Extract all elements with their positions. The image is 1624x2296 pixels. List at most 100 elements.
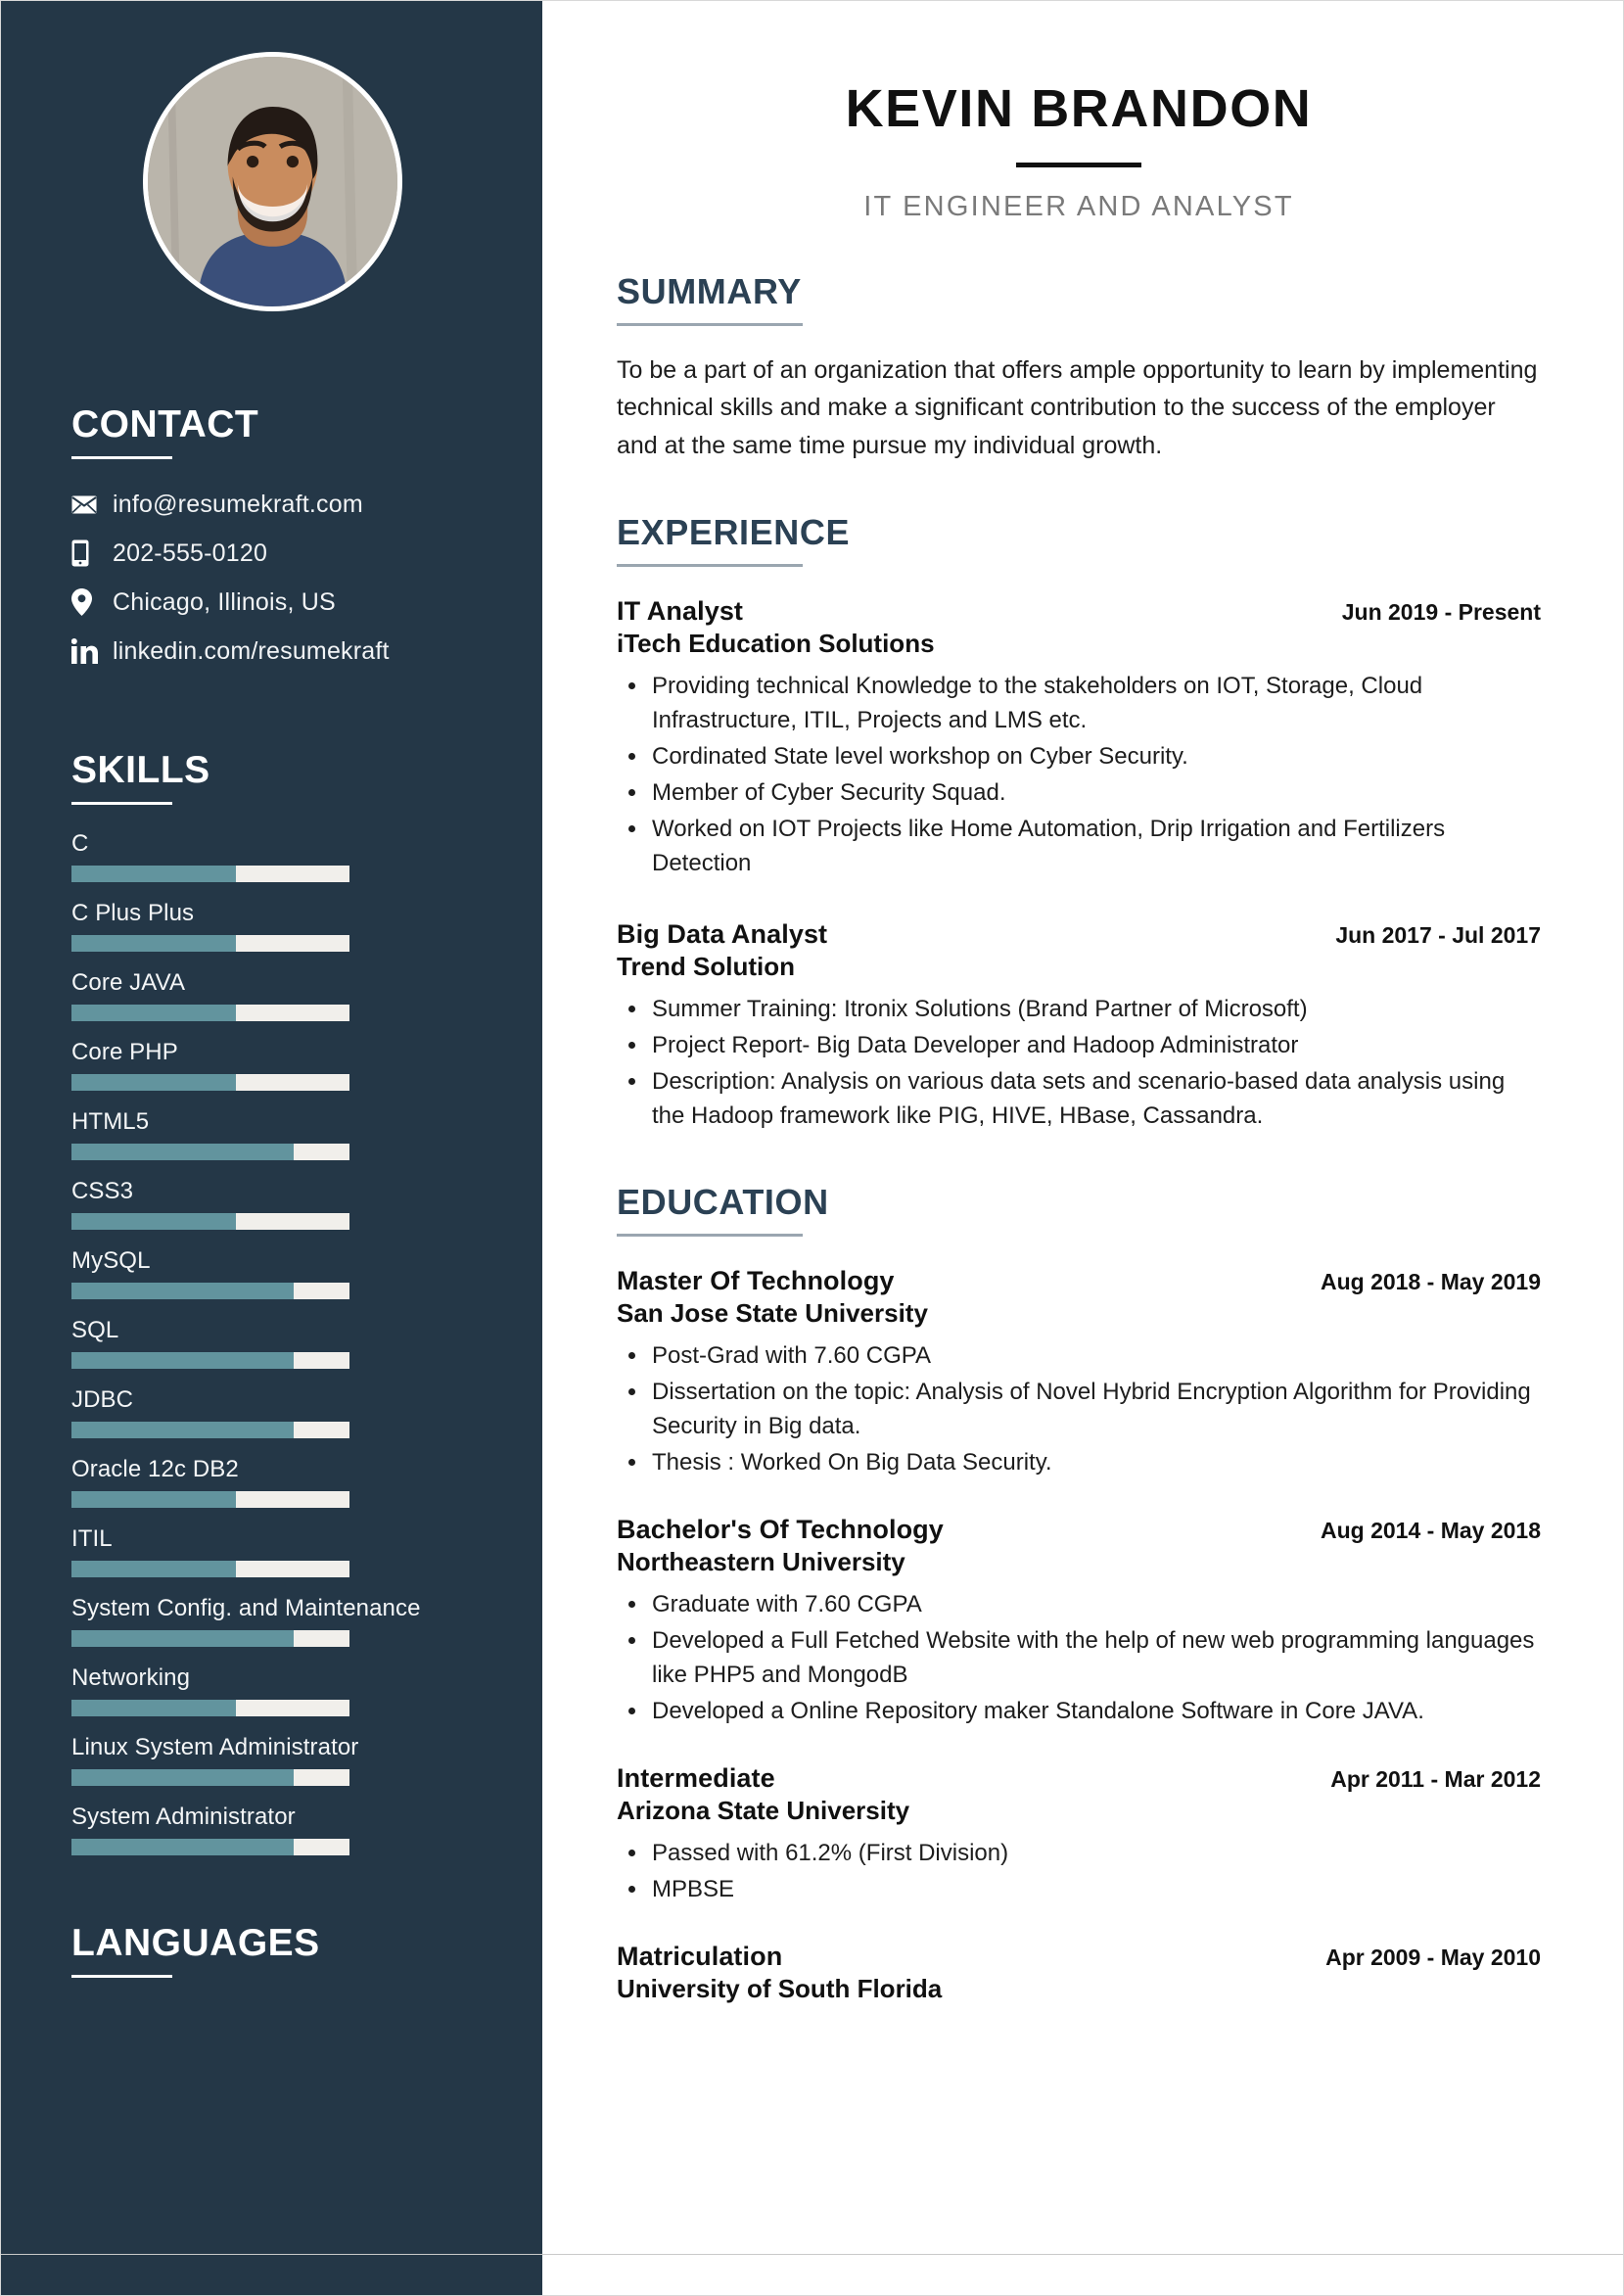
entry-bullet-list: Passed with 61.2% (First Division) MPBSE	[617, 1836, 1541, 1906]
skill-bar-fill	[71, 935, 236, 952]
skill-bar-track	[71, 1561, 349, 1577]
skill-label: System Administrator	[71, 1804, 296, 1830]
summary-text: To be a part of an organization that off…	[617, 355, 1538, 459]
skills-heading: SKILLS	[71, 749, 210, 791]
skill-item: Networking	[71, 1664, 474, 1716]
skill-bar-track	[71, 1074, 349, 1091]
skill-label: Core PHP	[71, 1039, 178, 1065]
skill-item: Linux System Administrator	[71, 1734, 474, 1786]
skill-bar-fill	[71, 1769, 295, 1786]
resume-entry: Bachelor's Of Technology Aug 2014 - May 2…	[617, 1515, 1541, 1728]
entry-dates: Jun 2019 - Present	[1341, 599, 1541, 626]
skill-item: C	[71, 830, 474, 882]
experience-heading-rule	[617, 564, 803, 568]
entry-dates: Apr 2009 - May 2010	[1325, 1944, 1541, 1970]
resume-entry: Matriculation Apr 2009 - May 2010 Universi…	[617, 1942, 1541, 2004]
skills-section: SKILLS C C Plus Plus Core JAVA Core PHP HTML…	[71, 751, 474, 1855]
experience-section: EXPERIENCE IT Analyst Jun 2019 - Present i…	[617, 515, 1541, 1133]
skill-bar-fill	[71, 1422, 295, 1438]
entry-organization: Trend Solution	[617, 952, 795, 982]
education-heading-rule	[617, 1233, 803, 1237]
name-divider	[1016, 162, 1141, 167]
resume-entry: Big Data Analyst Jun 2017 - Jul 2017 Trend…	[617, 919, 1541, 1133]
entry-bullet-list: Post-Grad with 7.60 CGPA Dissertation on …	[617, 1338, 1541, 1479]
entry-bullet-list: Summer Training: Itronix Solutions (Bran…	[617, 992, 1541, 1133]
mobile-phone-icon	[71, 539, 105, 567]
skill-item: Core JAVA	[71, 969, 474, 1021]
skill-bar-fill	[71, 866, 236, 882]
resume-entry: Intermediate Apr 2011 - Mar 2012 Arizona S…	[617, 1763, 1541, 1906]
entry-dates: Aug 2018 - May 2019	[1320, 1268, 1541, 1294]
skill-item: MySQL	[71, 1247, 474, 1299]
entry-dates: Jun 2017 - Jul 2017	[1335, 922, 1541, 949]
skill-bar-fill	[71, 1491, 236, 1508]
skill-item: Oracle 12c DB2	[71, 1456, 474, 1508]
skill-bar-track	[71, 1769, 349, 1786]
entry-bullet: MPBSE	[617, 1872, 1541, 1906]
entry-organization: Arizona State University	[617, 1795, 910, 1825]
location-pin-icon	[71, 588, 105, 616]
envelope-icon	[71, 495, 105, 514]
entry-role: Big Data Analyst	[617, 919, 828, 950]
contact-item-phone[interactable]: 202-555-0120	[71, 538, 474, 569]
skill-bar-fill	[71, 1283, 295, 1299]
entry-header: Matriculation Apr 2009 - May 2010	[617, 1942, 1541, 1972]
summary-section: SUMMARY To be a part of an organization …	[617, 273, 1541, 465]
skill-label: SQL	[71, 1317, 119, 1343]
skill-bar-track	[71, 935, 349, 952]
skill-label: CSS3	[71, 1178, 134, 1204]
contact-phone-text: 202-555-0120	[113, 539, 268, 567]
education-heading: EDUCATION	[617, 1181, 829, 1222]
skill-bar-track	[71, 1630, 349, 1647]
skill-bar-track	[71, 1352, 349, 1369]
resume-page: CONTACT info@resumekraft.com 202-555-012	[0, 0, 1624, 2296]
skill-item: CSS3	[71, 1178, 474, 1230]
skill-bar-fill	[71, 1144, 295, 1160]
skill-label: JDBC	[71, 1386, 134, 1413]
entry-bullet: Member of Cyber Security Squad.	[617, 775, 1541, 810]
skills-heading-rule	[71, 802, 172, 805]
contact-item-email[interactable]: info@resumekraft.com	[71, 489, 474, 520]
skill-label: Networking	[71, 1664, 191, 1691]
entry-dates: Aug 2014 - May 2018	[1320, 1517, 1541, 1543]
entry-bullet: Passed with 61.2% (First Division)	[617, 1836, 1541, 1870]
skill-bar-track	[71, 1839, 349, 1855]
skill-item: C Plus Plus	[71, 900, 474, 952]
skill-bar-track	[71, 866, 349, 882]
skill-item: HTML5	[71, 1108, 474, 1160]
contact-list: info@resumekraft.com 202-555-0120 Chicag…	[71, 489, 474, 667]
contact-section: CONTACT info@resumekraft.com 202-555-012	[71, 405, 474, 667]
page-title: KEVIN BRANDON	[845, 79, 1313, 138]
contact-item-location[interactable]: Chicago, Illinois, US	[71, 586, 474, 618]
entry-organization: iTech Education Solutions	[617, 629, 935, 659]
entry-bullet: Developed a Online Repository maker Stan…	[617, 1694, 1541, 1728]
summary-heading-rule	[617, 322, 803, 326]
languages-section: LANGUAGES	[71, 1924, 474, 1978]
languages-heading-rule	[71, 1975, 172, 1978]
entry-bullet: Description: Analysis on various data se…	[617, 1064, 1541, 1133]
sidebar: CONTACT info@resumekraft.com 202-555-012	[1, 1, 542, 2295]
education-section: EDUCATION Master Of Technology Aug 2018 -…	[617, 1181, 1541, 2004]
skill-label: Linux System Administrator	[71, 1734, 359, 1760]
contact-item-linkedin[interactable]: linkedin.com/resumekraft	[71, 635, 474, 667]
entry-header: Bachelor's Of Technology Aug 2014 - May 2…	[617, 1515, 1541, 1545]
skill-bar-track	[71, 1700, 349, 1716]
entry-dates: Apr 2011 - Mar 2012	[1330, 1765, 1541, 1792]
skill-bar-track	[71, 1213, 349, 1230]
entry-role: IT Analyst	[617, 596, 744, 627]
skill-bar-fill	[71, 1630, 295, 1647]
skill-label: HTML5	[71, 1108, 150, 1135]
skill-label: Core JAVA	[71, 969, 186, 996]
job-title: IT ENGINEER AND ANALYST	[863, 190, 1294, 222]
entry-header: Intermediate Apr 2011 - Mar 2012	[617, 1763, 1541, 1794]
profile-photo	[143, 52, 402, 311]
skill-bar-track	[71, 1283, 349, 1299]
skill-bar-track	[71, 1144, 349, 1160]
entry-header: Master Of Technology Aug 2018 - May 2019	[617, 1266, 1541, 1296]
skill-item: ITIL	[71, 1525, 474, 1577]
entry-bullet-list: Graduate with 7.60 CGPA Developed a Full …	[617, 1587, 1541, 1728]
skill-item: Core PHP	[71, 1039, 474, 1091]
skill-bar-fill	[71, 1213, 236, 1230]
skill-bar-fill	[71, 1074, 236, 1091]
contact-location-text: Chicago, Illinois, US	[113, 587, 336, 616]
